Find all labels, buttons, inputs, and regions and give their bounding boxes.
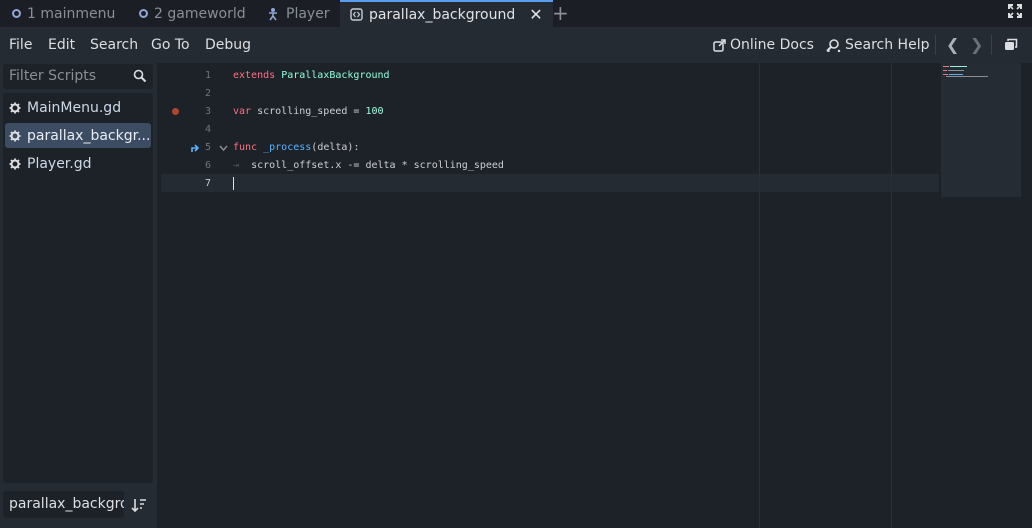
- scene-ring-icon: [139, 9, 148, 18]
- online-docs-button[interactable]: Online Docs: [713, 37, 814, 53]
- code-token: (delta):: [311, 142, 360, 153]
- script-item-label: Player.gd: [27, 155, 92, 172]
- tab-gameworld[interactable]: 2 gameworld: [139, 0, 246, 27]
- history-forward-icon[interactable]: ❯: [970, 35, 983, 54]
- search-icon: [133, 69, 147, 83]
- code-line-3: var scrolling_speed = 100: [233, 106, 384, 117]
- gear-icon: [9, 102, 21, 113]
- menu-debug[interactable]: Debug: [205, 37, 251, 53]
- keyword-token: func: [233, 142, 258, 153]
- scripts-panel: Filter Scripts MainMenu.gd parallax_back…: [0, 63, 157, 528]
- code-line-6: ⇥ scroll_offset.x -= delta * scrolling_s…: [233, 160, 504, 171]
- menu-file[interactable]: File: [9, 37, 32, 53]
- filter-scripts-input[interactable]: Filter Scripts: [3, 64, 153, 89]
- tab-parallax-background[interactable]: parallax_background ✕: [340, 0, 553, 27]
- search-help-icon: [826, 38, 841, 52]
- make-floating-icon[interactable]: [1004, 38, 1018, 51]
- menu-search[interactable]: Search: [90, 37, 138, 53]
- menu-edit[interactable]: Edit: [48, 37, 75, 53]
- fold-arrow-icon[interactable]: [219, 145, 228, 152]
- line-length-guide: [759, 63, 760, 528]
- line-length-guide: [891, 63, 892, 528]
- keyword-token: var: [233, 106, 252, 117]
- fullscreen-icon[interactable]: [1008, 4, 1022, 18]
- close-icon[interactable]: ✕: [529, 5, 542, 24]
- tab-mainmenu[interactable]: 1 mainmenu: [12, 0, 115, 27]
- online-docs-label: Online Docs: [730, 37, 814, 53]
- tab-label: 1 mainmenu: [27, 5, 116, 22]
- minimap[interactable]: [941, 63, 1021, 197]
- search-help-button[interactable]: Search Help: [826, 37, 929, 53]
- number-token: 100: [365, 106, 384, 117]
- scene-ring-icon: [12, 9, 21, 18]
- gear-icon: [9, 130, 21, 141]
- line-number: 3: [204, 106, 211, 117]
- toolbar-separator: [991, 35, 992, 55]
- script-item-label: MainMenu.gd: [27, 99, 122, 116]
- line-number: 6: [204, 160, 211, 171]
- tab-indent-icon: ⇥: [233, 160, 240, 171]
- external-link-icon: [713, 38, 726, 52]
- tab-player[interactable]: Player: [266, 0, 330, 27]
- text-caret: [233, 177, 234, 190]
- add-tab-icon[interactable]: +: [552, 2, 569, 24]
- code-editor[interactable]: 1 2 3 4 5 6 7 extends ParallaxBackground…: [161, 63, 1032, 528]
- code-token: scroll_offset.x -= delta * scrolling_spe…: [251, 160, 504, 171]
- menu-go-to[interactable]: Go To: [151, 37, 190, 53]
- current-line-highlight: [161, 174, 939, 192]
- methods-filter-input[interactable]: parallax_backgro: [3, 491, 124, 518]
- keyword-token: extends: [233, 70, 276, 81]
- scene-tab-bar: 1 mainmenu 2 gameworld Player parallax_b…: [0, 0, 1032, 27]
- line-number: 2: [204, 88, 211, 99]
- script-item-player[interactable]: Player.gd: [5, 151, 151, 176]
- code-line-1: extends ParallaxBackground: [233, 70, 390, 81]
- line-number: 1: [204, 70, 211, 81]
- minimap-preview: [943, 66, 988, 77]
- type-token: ParallaxBackground: [281, 70, 390, 81]
- code-line-5: func _process(delta):: [233, 142, 359, 153]
- methods-filter-value: parallax_backgro: [9, 496, 124, 512]
- script-item-parallax-background[interactable]: parallax_backgr...: [5, 123, 151, 148]
- tab-label: Player: [286, 5, 330, 22]
- tab-label: 2 gameworld: [154, 5, 246, 22]
- tab-label: parallax_background: [369, 6, 516, 23]
- script-item-mainmenu[interactable]: MainMenu.gd: [5, 95, 151, 120]
- line-number: 5: [204, 142, 211, 153]
- line-number: 7: [204, 178, 211, 189]
- search-help-label: Search Help: [845, 37, 930, 53]
- history-back-icon[interactable]: ❮: [946, 35, 959, 54]
- script-editor-menubar: File Edit Search Go To Debug Online Docs…: [0, 27, 1032, 63]
- gear-icon: [9, 158, 21, 169]
- script-item-label: parallax_backgr...: [27, 127, 151, 144]
- script-list: MainMenu.gd parallax_backgr... Player.gd: [3, 93, 153, 483]
- sort-icon[interactable]: [131, 497, 147, 513]
- function-token: _process: [263, 142, 312, 153]
- filter-placeholder: Filter Scripts: [9, 68, 97, 84]
- toolbar-separator: [935, 35, 936, 55]
- line-number: 4: [204, 124, 211, 135]
- code-token: scrolling_speed =: [251, 106, 366, 117]
- script-icon: [350, 8, 363, 21]
- player-icon: [269, 7, 277, 20]
